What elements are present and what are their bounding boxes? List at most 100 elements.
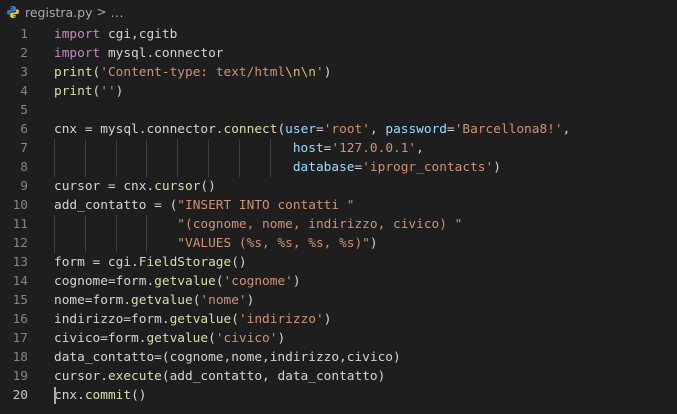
code-line[interactable]: 8 database='iprogr_contacts'): [0, 158, 677, 177]
code-text: cnx = mysql.connector.connect(user='root…: [54, 120, 570, 139]
code-text: cursor.execute(add_contatto, data_contat…: [54, 367, 385, 386]
code-token: ): [323, 65, 332, 80]
indent-guide: [116, 215, 117, 234]
indent-guide: [54, 139, 55, 158]
indent-guide: [208, 139, 209, 158]
code-token: user: [285, 122, 316, 137]
line-number: 12: [12, 236, 28, 251]
indent-guide: [146, 234, 147, 253]
code-line[interactable]: 18 data_contatto=(cognome,nome,indirizzo,…: [0, 348, 677, 367]
code-text: print(''): [54, 82, 123, 101]
code-token: (: [277, 122, 286, 137]
code-token: 'indirizzo': [238, 312, 324, 327]
code-line[interactable]: 15 nome=form.getvalue('nome'): [0, 291, 677, 310]
code-line[interactable]: 16 indirizzo=form.getvalue('indirizzo'): [0, 310, 677, 329]
code-line[interactable]: 4 print(''): [0, 82, 677, 101]
line-number: 7: [20, 141, 28, 156]
code-text: import cgi,cgitb: [54, 25, 177, 44]
chevron-right-icon: >: [96, 5, 107, 19]
code-line[interactable]: 19 cursor.execute(add_contatto, data_cont…: [0, 367, 677, 386]
code-token: 'cognome': [223, 274, 293, 289]
line-number: 8: [20, 160, 28, 175]
code-token: cursor: [154, 179, 201, 194]
code-line[interactable]: 20 cnx.commit(): [0, 386, 677, 405]
breadcrumb-file[interactable]: registra.py: [25, 5, 92, 20]
indent-guide: [177, 139, 178, 158]
line-number: 4: [20, 84, 28, 99]
code-line[interactable]: 7 host='127.0.0.1',: [0, 139, 677, 158]
code-token: =: [315, 122, 324, 137]
indent-guide: [116, 234, 117, 253]
code-line[interactable]: 10 add_contatto = ("INSERT INTO contatti …: [0, 196, 677, 215]
indent-guide: [85, 215, 86, 234]
code-token: print: [54, 84, 93, 99]
line-number: 10: [12, 198, 28, 213]
line-number: 11: [12, 217, 28, 232]
code-token: form = cgi.: [54, 255, 139, 270]
code-line[interactable]: 1 import cgi,cgitb: [0, 25, 677, 44]
code-token: print: [54, 65, 93, 80]
code-line[interactable]: 17 civico=form.getvalue('civico'): [0, 329, 677, 348]
code-token: ): [115, 84, 124, 99]
code-text: import mysql.connector: [54, 44, 224, 63]
line-number: 19: [12, 369, 28, 384]
indent-guide: [270, 139, 271, 158]
code-token: import: [54, 46, 101, 61]
code-token: (add_contatto, data_contatto): [161, 369, 386, 384]
line-number: 17: [12, 331, 28, 346]
line-number: 9: [20, 179, 28, 194]
code-token: database: [292, 160, 355, 175]
code-line[interactable]: 14 cognome=form.getvalue('cognome'): [0, 272, 677, 291]
code-text: data_contatto=(cognome,nome,indirizzo,ci…: [54, 348, 401, 367]
code-token: ): [369, 236, 378, 251]
code-line[interactable]: 2 import mysql.connector: [0, 44, 677, 63]
code-token: "(cognome, nome, indirizzo, civico) ": [177, 217, 463, 232]
code-text: "VALUES (%s, %s, %s, %s)"): [54, 234, 378, 253]
line-number: 13: [12, 255, 28, 270]
indent-guide: [54, 158, 55, 177]
code-token: (): [231, 255, 247, 270]
code-line[interactable]: 5: [0, 101, 677, 120]
python-file-icon: [6, 5, 20, 19]
indent-guide: [54, 215, 55, 234]
code-token: '': [100, 84, 116, 99]
code-token: data_contatto=(cognome,nome,indirizzo,ci…: [54, 350, 401, 365]
line-number: 3: [20, 65, 28, 80]
code-text: print('Content-type: text/html\n\n'): [54, 63, 331, 82]
code-text: nome=form.getvalue('nome'): [54, 291, 254, 310]
code-token: (: [215, 274, 224, 289]
text-cursor: [54, 387, 56, 404]
code-text: civico=form.getvalue('civico'): [54, 329, 285, 348]
code-line[interactable]: 12 "VALUES (%s, %s, %s, %s)"): [0, 234, 677, 253]
code-token: (: [231, 312, 239, 327]
indent-guide: [270, 158, 271, 177]
code-token: '127.0.0.1': [331, 141, 417, 156]
code-text: database='iprogr_contacts'): [54, 158, 501, 177]
code-token: add_contatto = (: [54, 198, 178, 213]
code-token: "INSERT INTO contatti ": [177, 198, 355, 213]
code-line[interactable]: 13 form = cgi.FieldStorage(): [0, 253, 677, 272]
line-number: 1: [20, 27, 28, 42]
code-token: connect: [223, 122, 278, 137]
code-token: FieldStorage: [138, 255, 232, 270]
indent-guide: [146, 139, 147, 158]
code-line[interactable]: 3 print('Content-type: text/html\n\n'): [0, 63, 677, 82]
code-text: indirizzo=form.getvalue('indirizzo'): [54, 310, 331, 329]
indent-guide: [146, 215, 147, 234]
line-number: 16: [12, 312, 28, 327]
code-token: nome=form.: [54, 293, 132, 308]
code-text: cursor = cnx.cursor(): [54, 177, 216, 196]
code-token: ): [493, 160, 501, 175]
indent-guide: [85, 139, 86, 158]
line-number: 18: [12, 350, 28, 365]
code-line[interactable]: 11 "(cognome, nome, indirizzo, civico) ": [0, 215, 677, 234]
breadcrumb-more[interactable]: ...: [111, 5, 124, 20]
code-line[interactable]: 6 cnx = mysql.connector.connect(user='roo…: [0, 120, 677, 139]
code-token: civico=form.: [54, 331, 147, 346]
code-token: ): [323, 312, 332, 327]
code-editor[interactable]: 1 import cgi,cgitb 2 import mysql.connector…: [0, 24, 677, 414]
code-token: host: [292, 141, 324, 156]
code-line[interactable]: 9 cursor = cnx.cursor(): [0, 177, 677, 196]
code-text: cognome=form.getvalue('cognome'): [54, 272, 301, 291]
indent-guide: [54, 234, 55, 253]
